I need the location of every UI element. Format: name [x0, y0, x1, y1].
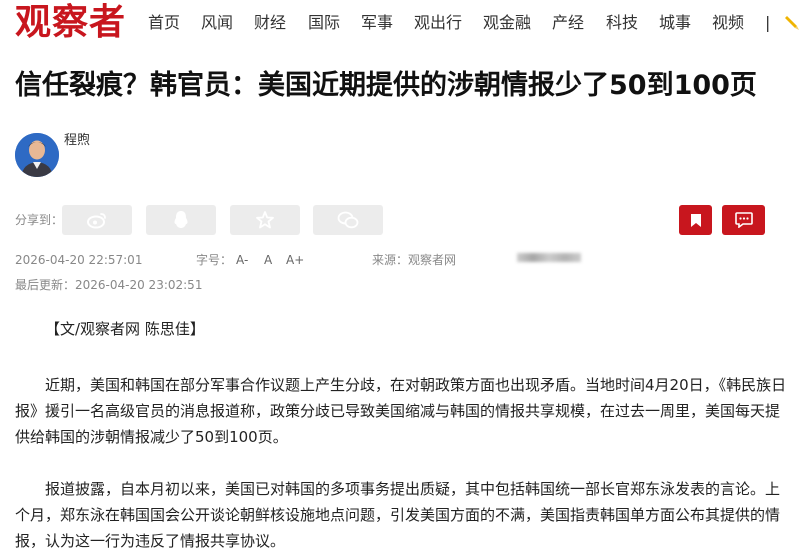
font-size-smaller[interactable]: A- — [236, 252, 248, 268]
last-updated: 最后更新：2026-04-20 23:02:51 — [15, 278, 203, 292]
nav-item-international[interactable]: 国际 — [308, 12, 361, 34]
font-size-default[interactable]: A — [264, 252, 272, 268]
author-avatar[interactable] — [15, 133, 59, 177]
star-icon — [256, 211, 274, 229]
article-body: 近期，美国和韩国在部分军事合作议题上产生分歧，在对朝政策方面也出现矛盾。当地时间… — [15, 372, 787, 554]
share-wechat-button[interactable] — [313, 205, 383, 235]
article-byline-block: 【文/观察者网 陈思佳】 — [15, 316, 787, 342]
comment-icon — [734, 212, 753, 228]
nav-item-video[interactable]: 视频 — [712, 12, 752, 34]
article-source: 来源：观察者网 — [372, 253, 457, 267]
weibo-icon — [87, 213, 106, 229]
article-paragraph: 报道披露，自本月初以来，美国已对韩国的多项事务提出质疑，其中包括韩国统一部长官郑… — [15, 480, 781, 550]
qq-icon — [174, 211, 188, 228]
site-logo[interactable]: 观察者 — [15, 1, 126, 45]
nav-item-finance[interactable]: 财经 — [254, 12, 308, 34]
article-byline: 【文/观察者网 陈思佳】 — [45, 320, 205, 338]
nav-item-fengwen[interactable]: 风闻 — [201, 12, 254, 34]
comment-button[interactable] — [722, 205, 765, 235]
share-favorite-button[interactable] — [230, 205, 300, 235]
bookmark-icon — [690, 213, 701, 227]
font-size-larger[interactable]: A+ — [286, 252, 304, 268]
font-size-label: 字号： — [196, 253, 233, 267]
wechat-icon — [337, 211, 359, 229]
pencil-icon[interactable] — [781, 12, 801, 34]
article-paragraph: 近期，美国和韩国在部分军事合作议题上产生分歧，在对朝政策方面也出现矛盾。当地时间… — [15, 376, 787, 446]
nav-item-fintech[interactable]: 观金融 — [483, 12, 552, 34]
share-label: 分享到： — [15, 213, 64, 227]
nav-item-home[interactable]: 首页 — [148, 12, 201, 34]
nav-separator: | — [765, 13, 771, 32]
nav-item-city[interactable]: 城事 — [659, 12, 712, 34]
bookmark-button[interactable] — [679, 205, 712, 235]
share-qq-button[interactable] — [146, 205, 216, 235]
nav-item-industry[interactable]: 产经 — [552, 12, 606, 34]
article-title: 信任裂痕？韩官员：美国近期提供的涉朝情报少了50到100页 — [15, 70, 757, 101]
share-weibo-button[interactable] — [62, 205, 132, 235]
main-nav: 首页 风闻 财经 国际 军事 观出行 观金融 产经 科技 城事 视频 — [148, 12, 752, 34]
publish-time: 2026-04-20 22:57:01 — [15, 253, 143, 267]
author-name[interactable]: 程煦 — [64, 132, 90, 150]
blurred-watermark — [517, 253, 581, 262]
nav-item-military[interactable]: 军事 — [361, 12, 414, 34]
nav-item-travel[interactable]: 观出行 — [414, 12, 483, 34]
nav-item-tech[interactable]: 科技 — [606, 12, 659, 34]
